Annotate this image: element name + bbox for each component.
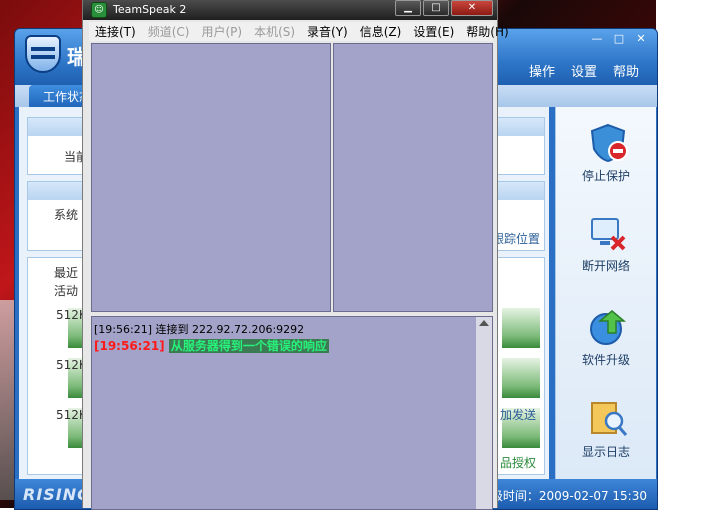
rising-logo-icon [25,35,61,73]
menu-help[interactable]: 帮助 [613,61,639,80]
menu-settings[interactable]: 设置 [571,61,597,80]
license-link[interactable]: 品授权 [500,454,536,471]
log-entry-connect: [19:56:21] 连接到 222.92.72.206:9292 [94,321,304,337]
shield-stop-icon [590,123,628,163]
software-upgrade-button[interactable]: 软件升级 [556,291,656,381]
minimize-icon[interactable]: — [587,31,607,47]
rising-window-controls: — □ ✕ [587,31,651,47]
system-label: 系统 [54,208,79,222]
minimize-icon[interactable]: ▁ [395,0,421,16]
maximize-icon[interactable]: □ [423,0,449,16]
show-log-label: 显示日志 [581,445,630,459]
send-link[interactable]: 加发送 [500,406,536,423]
menu-connect[interactable]: 连接(T) [89,23,142,40]
disconnect-network-button[interactable]: 断开网络 [556,197,656,287]
log-error-text: 从服务器得到一个错误的响应 [168,339,329,353]
show-log-button[interactable]: 显示日志 [556,383,656,473]
menu-channel[interactable]: 频道(C) [142,23,196,40]
info-panel[interactable] [333,43,493,312]
teamspeak-titlebar: ☺ TeamSpeak 2 ▁ □ ✕ [83,0,497,20]
traffic-graph [502,358,540,398]
close-icon[interactable]: ✕ [451,0,493,16]
log-entry-error: [19:56:21] 从服务器得到一个错误的响应 [94,337,329,354]
menu-info[interactable]: 信息(Z) [354,23,408,40]
teamspeak-title: TeamSpeak 2 [113,3,187,16]
menu-self[interactable]: 本机(S) [248,23,301,40]
log-icon [591,402,628,436]
activity-label: 活动 [54,284,79,298]
rising-sidebar: 停止保护 断开网络 软件升级 显示日志 [555,107,656,479]
teamspeak-window: ☺ TeamSpeak 2 ▁ □ ✕ 连接(T) 频道(C) 用户(P) 本机… [82,0,509,510]
teamspeak-window-controls: ▁ □ ✕ [395,0,493,16]
menu-record[interactable]: 录音(Y) [301,23,354,40]
menu-user[interactable]: 用户(P) [195,23,248,40]
scroll-up-icon[interactable] [479,320,489,326]
teamspeak-menubar: 连接(T) 频道(C) 用户(P) 本机(S) 录音(Y) 信息(Z) 设置(E… [89,22,509,41]
update-time: 升级时间：2009-02-07 15:30 [478,489,647,503]
disconnect-network-label: 断开网络 [581,259,630,273]
log-scrollbar[interactable] [476,317,492,509]
stop-protection-label: 停止保护 [581,169,630,183]
log-text: 连接到 222.92.72.206:9292 [155,323,305,336]
log-time: [19:56:21] [94,339,165,353]
rising-top-menu: 操作 设置 帮助 [529,61,639,80]
log-panel[interactable]: [19:56:21] 连接到 222.92.72.206:9292 [19:56… [91,316,493,510]
menu-operate[interactable]: 操作 [529,61,555,80]
traffic-graph [502,308,540,348]
menu-help[interactable]: 帮助(H) [460,23,514,40]
teamspeak-app-icon: ☺ [91,2,107,18]
maximize-icon[interactable]: □ [609,31,629,47]
software-upgrade-label: 软件升级 [581,353,630,367]
stop-protection-button[interactable]: 停止保护 [556,107,656,197]
close-icon[interactable]: ✕ [631,31,651,47]
recent-label: 最近 [54,266,79,280]
upgrade-icon [590,310,627,345]
track-location-link[interactable]: 跟踪位置 [492,230,540,247]
menu-settings[interactable]: 设置(E) [407,23,460,40]
network-disconnect-icon [591,218,626,251]
channel-tree-panel[interactable] [91,43,331,312]
log-time: [19:56:21] [94,323,152,336]
